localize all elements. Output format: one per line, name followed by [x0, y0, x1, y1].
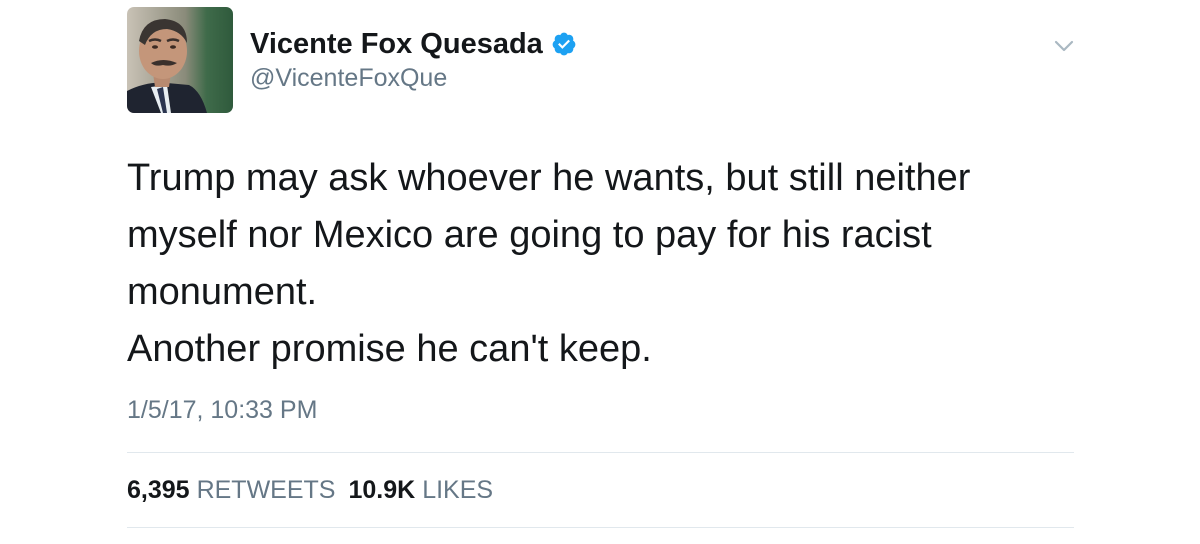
tweet-text-line: Another promise he can't keep. — [127, 328, 652, 370]
tweet-text-line: myself nor Mexico are going to pay for h… — [127, 214, 932, 256]
likes-count: 10.9K — [348, 476, 416, 504]
tweet-text: Trump may ask whoever he wants, but stil… — [127, 150, 1087, 378]
tweet-card: Vicente Fox Quesada @VicenteFoxQue Trump… — [0, 0, 1200, 544]
divider — [127, 527, 1074, 528]
author-handle[interactable]: @VicenteFoxQue — [250, 63, 447, 93]
tweet-timestamp[interactable]: 1/5/17, 10:33 PM — [127, 395, 317, 425]
retweets-stat[interactable]: 6,395 RETWEETS — [127, 475, 335, 505]
likes-label: LIKES — [422, 476, 494, 504]
retweets-count: 6,395 — [127, 476, 190, 504]
author-display-name[interactable]: Vicente Fox Quesada — [250, 27, 543, 61]
author-avatar[interactable] — [127, 7, 233, 113]
chevron-down-icon[interactable] — [1052, 36, 1076, 56]
likes-stat[interactable]: 10.9K LIKES — [348, 475, 493, 505]
tweet-stats: 6,395 RETWEETS 10.9K LIKES — [127, 475, 493, 505]
divider — [127, 452, 1074, 453]
author-name-row[interactable]: Vicente Fox Quesada — [250, 27, 577, 61]
tweet-text-line: monument. — [127, 271, 318, 313]
tweet-text-line: Trump may ask whoever he wants, but stil… — [127, 157, 971, 199]
avatar-photo — [127, 7, 233, 113]
verified-badge-icon — [551, 31, 577, 57]
retweets-label: RETWEETS — [196, 476, 336, 504]
